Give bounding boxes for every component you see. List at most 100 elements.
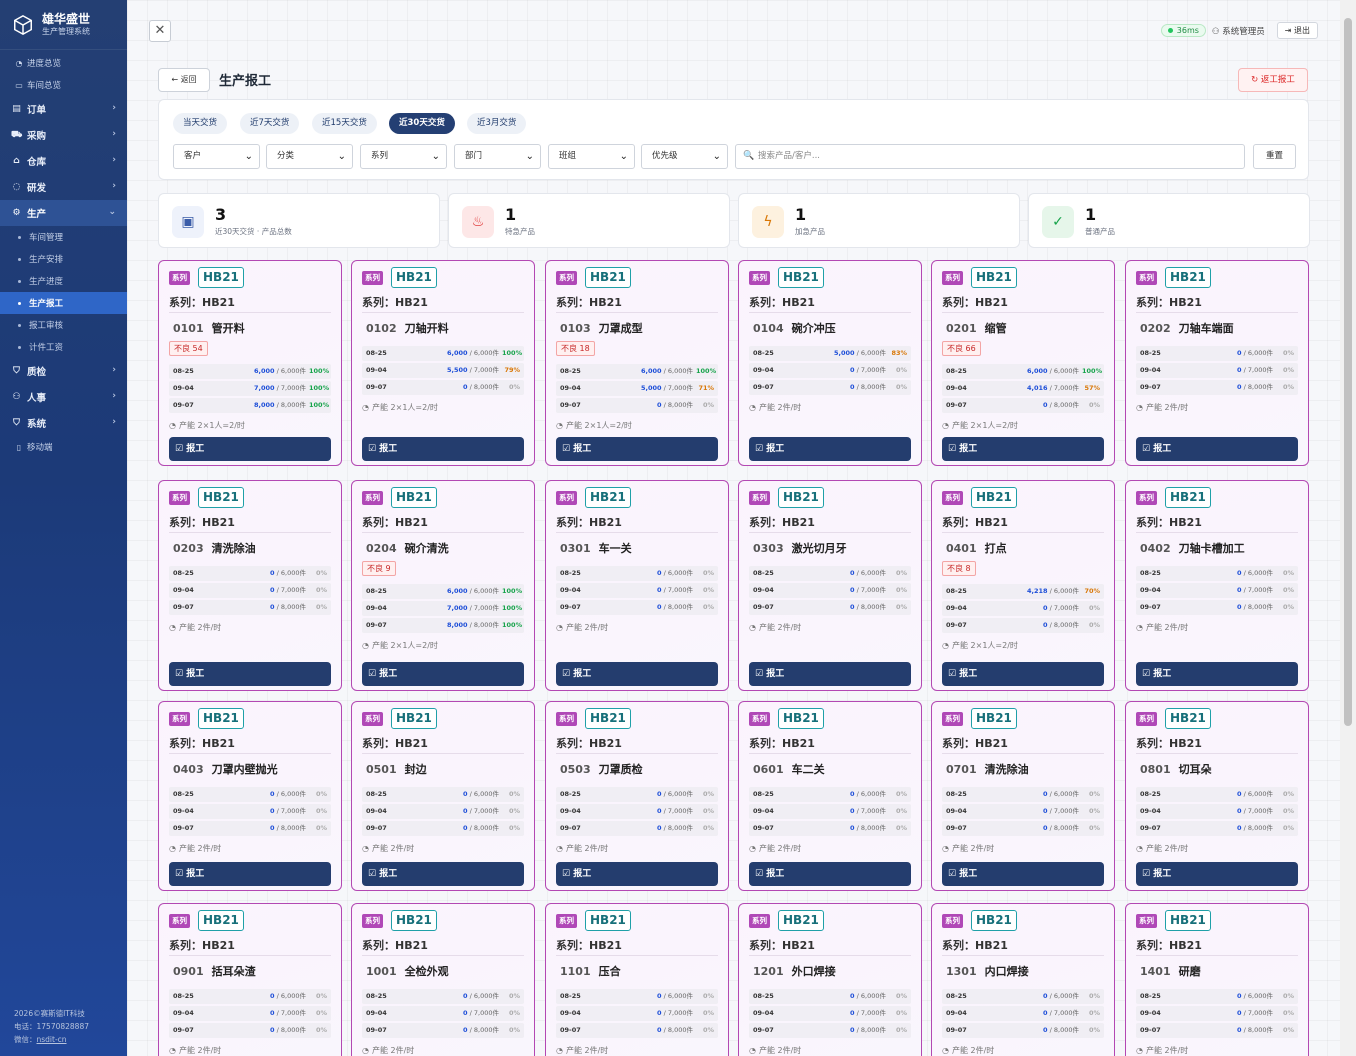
nav-item-production-report[interactable]: 生产报工: [0, 292, 127, 314]
progress-percent: 0%: [315, 992, 327, 1000]
nav-item-report-review[interactable]: 报工审核: [0, 314, 127, 336]
product-card[interactable]: 系列 HB21 系列：HB21 0101 管开料 不良 54 08-25 6,00…: [158, 260, 342, 466]
series-select[interactable]: 系列 ⌄: [360, 144, 447, 169]
nav-group-purchase[interactable]: ⛟ 采购 ›: [0, 122, 127, 148]
chip-3months[interactable]: 近3月交货: [467, 113, 527, 134]
product-card[interactable]: 系列 HB21 系列：HB21 0301 车一关 08-25 0 / 6,000件…: [545, 480, 729, 691]
category-select[interactable]: 分类 ⌄: [266, 144, 353, 169]
team-select[interactable]: 班组 ⌄: [548, 144, 635, 169]
product-card[interactable]: 系列 HB21 系列：HB21 0102 刀轴开料 08-25 6,000 / 6…: [351, 260, 535, 466]
product-card[interactable]: 系列 HB21 系列：HB21 0303 激光切月牙 08-25 0 / 6,00…: [738, 480, 922, 691]
process-step: 0501 封边: [366, 761, 427, 777]
chip-30days[interactable]: 近30天交货: [389, 113, 455, 134]
nav-item-production-schedule[interactable]: 生产安排: [0, 248, 127, 270]
done-qty: 0: [657, 807, 662, 815]
stat-card: ϟ 1 加急产品: [738, 193, 1020, 248]
nav-group-order[interactable]: ▤ 订单 ›: [0, 96, 127, 122]
report-work-button[interactable]: ☑ 报工: [1136, 437, 1298, 461]
done-qty: 0: [850, 992, 855, 1000]
report-work-button[interactable]: ☑ 报工: [749, 862, 911, 886]
report-work-button[interactable]: ☑ 报工: [1136, 662, 1298, 686]
product-card[interactable]: 系列 HB21 系列：HB21 0501 封边 08-25 0 / 6,000件 0…: [351, 701, 535, 891]
report-work-button[interactable]: ☑ 报工: [942, 437, 1104, 461]
current-user[interactable]: ⚇ 系统管理员: [1212, 25, 1265, 37]
priority-select[interactable]: 优先级 ⌄: [641, 144, 728, 169]
product-code: HB21: [391, 267, 437, 288]
product-card[interactable]: 系列 HB21 系列：HB21 0104 碗介冲压 08-25 5,000 / 6…: [738, 260, 922, 466]
product-card[interactable]: 系列 HB21 系列：HB21 0202 刀轴车端面 08-25 0 / 6,00…: [1125, 260, 1309, 466]
wechat-link[interactable]: nsdit-cn: [37, 1035, 67, 1044]
progress-percent: 0%: [1282, 824, 1294, 832]
product-card[interactable]: 系列 HB21 系列：HB21 0901 括耳朵渣 08-25 0 / 6,000…: [158, 903, 342, 1056]
report-work-button[interactable]: ☑ 报工: [362, 662, 524, 686]
vertical-scrollbar[interactable]: [1340, 0, 1356, 1056]
series-label: 系列：HB21: [942, 939, 1008, 952]
delivery-date: 08-25: [1140, 790, 1161, 798]
step-name: 碗介清洗: [404, 542, 449, 555]
report-work-button[interactable]: ☑ 报工: [169, 437, 331, 461]
report-work-button[interactable]: ☑ 报工: [556, 862, 718, 886]
nav-item-piece-wage[interactable]: 计件工资: [0, 336, 127, 358]
report-work-button[interactable]: ☑ 报工: [556, 662, 718, 686]
product-card[interactable]: 系列 HB21 系列：HB21 0204 碗介清洗 不良 9 08-25 6,00…: [351, 480, 535, 691]
done-qty: 8,000: [254, 401, 275, 409]
done-qty: 0: [463, 807, 468, 815]
product-card[interactable]: 系列 HB21 系列：HB21 0701 清洗除油 08-25 0 / 6,000…: [931, 701, 1115, 891]
chip-15days[interactable]: 近15天交货: [312, 113, 377, 134]
plan-qty: 8,000件: [473, 824, 499, 832]
chip-today[interactable]: 当天交货: [173, 113, 228, 134]
nav-group-production[interactable]: ⚙ 生产 ⌄: [0, 200, 127, 226]
report-work-button[interactable]: ☑ 报工: [1136, 862, 1298, 886]
gauge-icon: ◔: [169, 623, 176, 632]
product-card[interactable]: 系列 HB21 系列：HB21 0801 切耳朵 08-25 0 / 6,000件…: [1125, 701, 1309, 891]
nav-item-workshop-overview[interactable]: ▭ 车间总览: [0, 74, 127, 96]
delivery-row: 08-25 6,000 / 6,000件 100%: [556, 364, 718, 379]
department-select[interactable]: 部门 ⌄: [454, 144, 541, 169]
report-work-button[interactable]: ☑ 报工: [749, 662, 911, 686]
chip-7days[interactable]: 近7天交货: [240, 113, 300, 134]
product-card[interactable]: 系列 HB21 系列：HB21 1301 内口焊接 08-25 0 / 6,000…: [931, 903, 1115, 1056]
customer-select[interactable]: 客户 ⌄: [173, 144, 260, 169]
nav-item-progress-overview[interactable]: ◔ 进度总览: [0, 52, 127, 74]
product-card[interactable]: 系列 HB21 系列：HB21 0402 刀轴卡槽加工 08-25 0 / 6,0…: [1125, 480, 1309, 691]
product-card[interactable]: 系列 HB21 系列：HB21 0401 打点 不良 8 08-25 4,218 …: [931, 480, 1115, 691]
product-card[interactable]: 系列 HB21 系列：HB21 0601 车二关 08-25 0 / 6,000件…: [738, 701, 922, 891]
scrollbar-thumb[interactable]: [1344, 18, 1352, 726]
nav-item-mobile[interactable]: ▯ 移动端: [0, 436, 127, 458]
report-work-button[interactable]: ☑ 报工: [362, 862, 524, 886]
product-card[interactable]: 系列 HB21 系列：HB21 0203 清洗除油 08-25 0 / 6,000…: [158, 480, 342, 691]
product-card[interactable]: 系列 HB21 系列：HB21 0103 刀罩成型 不良 18 08-25 6,0…: [545, 260, 729, 466]
done-qty: 0: [657, 603, 662, 611]
nav-group-qc[interactable]: ⛉ 质检 ›: [0, 358, 127, 384]
report-work-button[interactable]: ☑ 报工: [169, 662, 331, 686]
search-input[interactable]: 🔍 搜索产品/客户...: [735, 144, 1245, 169]
page-title: 生产报工: [219, 74, 272, 89]
brand-logo[interactable]: 雄华盛世 生产管理系统: [0, 0, 127, 50]
nav-group-hr[interactable]: ⚇ 人事 ›: [0, 384, 127, 410]
nav-group-rnd[interactable]: ◌ 研发 ›: [0, 174, 127, 200]
product-card[interactable]: 系列 HB21 系列：HB21 1401 研磨 08-25 0 / 6,000件 0…: [1125, 903, 1309, 1056]
back-button[interactable]: ← 返回: [158, 68, 210, 92]
product-card[interactable]: 系列 HB21 系列：HB21 0201 缩管 不良 66 08-25 6,000…: [931, 260, 1115, 466]
reset-button[interactable]: 重置: [1253, 144, 1296, 169]
report-work-button[interactable]: ☑ 报工: [749, 437, 911, 461]
product-card[interactable]: 系列 HB21 系列：HB21 1101 压合 08-25 0 / 6,000件 0…: [545, 903, 729, 1056]
product-card[interactable]: 系列 HB21 系列：HB21 0403 刀罩内壁抛光 08-25 0 / 6,0…: [158, 701, 342, 891]
progress-percent: 0%: [702, 992, 714, 1000]
close-button[interactable]: ✕: [149, 20, 171, 42]
product-card[interactable]: 系列 HB21 系列：HB21 0503 刀罩质检 08-25 0 / 6,000…: [545, 701, 729, 891]
plan-qty: 6,000件: [1247, 992, 1273, 1000]
report-work-button[interactable]: ☑ 报工: [169, 862, 331, 886]
product-card[interactable]: 系列 HB21 系列：HB21 1201 外口焊接 08-25 0 / 6,000…: [738, 903, 922, 1056]
nav-item-production-progress[interactable]: 生产进度: [0, 270, 127, 292]
report-work-button[interactable]: ☑ 报工: [942, 862, 1104, 886]
nav-group-system[interactable]: ⛉ 系统 ›: [0, 410, 127, 436]
report-work-button[interactable]: ☑ 报工: [362, 437, 524, 461]
nav-group-warehouse[interactable]: ⌂ 仓库 ›: [0, 148, 127, 174]
product-card[interactable]: 系列 HB21 系列：HB21 1001 全检外观 08-25 0 / 6,000…: [351, 903, 535, 1056]
report-work-button[interactable]: ☑ 报工: [556, 437, 718, 461]
report-work-button[interactable]: ☑ 报工: [942, 662, 1104, 686]
logout-button[interactable]: ⇥ 退出: [1276, 22, 1318, 39]
rework-report-button[interactable]: ↻ 返工报工: [1238, 68, 1308, 92]
nav-item-workshop-management[interactable]: 车间管理: [0, 226, 127, 248]
